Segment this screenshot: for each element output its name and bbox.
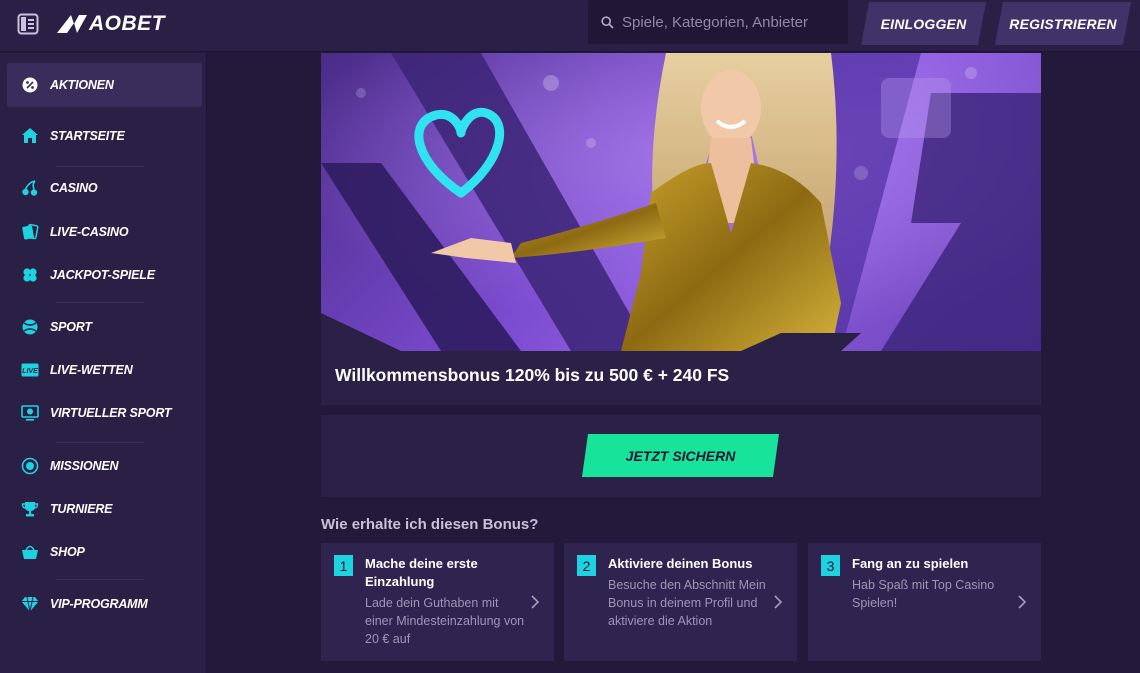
promo-title: Willkommensbonus 120% bis zu 500 € + 240… <box>335 365 730 385</box>
sidebar-toggle-icon[interactable] <box>17 13 39 35</box>
sidebar-item-label: MISSIONEN <box>50 459 119 473</box>
cherry-icon <box>21 179 39 197</box>
sidebar-item-label: AKTIONEN <box>50 78 114 92</box>
login-button[interactable]: EINLOGGEN <box>861 2 986 45</box>
step-description: Lade dein Guthaben mit einer Mindesteinz… <box>365 596 525 646</box>
sidebar-item-jackpot-spiele[interactable]: JACKPOT-SPIELE <box>7 253 202 297</box>
cards-icon <box>21 223 39 241</box>
step-card-3[interactable]: 3 Fang an zu spielen Hab Spaß mit Top Ca… <box>808 543 1041 661</box>
ball-icon <box>21 318 39 336</box>
live-icon: LIVE <box>21 361 39 379</box>
basket-icon <box>21 543 39 561</box>
sidebar-item-label: LIVE-WETTEN <box>50 363 133 377</box>
search-icon <box>601 16 614 29</box>
sidebar-item-missionen[interactable]: MISSIONEN <box>7 444 202 488</box>
sidebar-item-turniere[interactable]: TURNIERE <box>7 487 202 531</box>
chevron-right-icon <box>1018 595 1027 609</box>
step-card-1[interactable]: 1 Mache deine erste Einzahlung Lade dein… <box>321 543 554 661</box>
sidebar-item-shop[interactable]: SHOP <box>7 530 202 574</box>
sidebar-item-label: VIP-PROGRAMM <box>50 597 148 611</box>
sidebar-item-aktionen[interactable]: AKTIONEN <box>7 63 202 107</box>
logo-mark-icon <box>57 15 87 33</box>
sidebar-item-label: SHOP <box>50 545 85 559</box>
promo-hero-image <box>321 53 1041 351</box>
monitor-icon <box>21 404 39 422</box>
search-input[interactable] <box>622 10 837 34</box>
step-title: Fang an zu spielen <box>852 556 969 571</box>
sidebar-item-label: SPORT <box>50 320 92 334</box>
sidebar-item-live-wetten[interactable]: LIVE LIVE-WETTEN <box>7 348 202 392</box>
brand-logo[interactable]: AOBET <box>57 10 165 38</box>
sidebar-item-label: LIVE-CASINO <box>50 225 129 239</box>
claim-bonus-button[interactable]: JETZT SICHERN <box>582 434 779 477</box>
chevron-right-icon <box>531 595 540 609</box>
sidebar-item-vip-programm[interactable]: VIP-PROGRAMM <box>7 582 202 626</box>
promo-banner: Willkommensbonus 120% bis zu 500 € + 240… <box>321 53 1041 405</box>
step-title: Aktiviere deinen Bonus <box>608 556 753 571</box>
sidebar-divider <box>56 442 144 443</box>
sidebar-divider <box>56 579 144 580</box>
sidebar-item-sport[interactable]: SPORT <box>7 305 202 349</box>
how-to-title: Wie erhalte ich diesen Bonus? <box>321 516 539 533</box>
cta-panel: JETZT SICHERN <box>321 415 1041 497</box>
sidebar-item-label: VIRTUELLER SPORT <box>50 406 172 420</box>
trophy-icon <box>21 500 39 518</box>
step-card-2[interactable]: 2 Aktiviere deinen Bonus Besuche den Abs… <box>564 543 797 661</box>
promo-icon <box>21 76 39 94</box>
promo-caption: Willkommensbonus 120% bis zu 500 € + 240… <box>321 351 1041 405</box>
brand-name: AOBET <box>89 12 165 35</box>
sidebar-item-live-casino[interactable]: LIVE-CASINO <box>7 210 202 254</box>
step-title: Mache deine erste Einzahlung <box>365 556 478 589</box>
top-bar: AOBET EINLOGGEN REGISTRIEREN <box>0 0 1140 52</box>
medal-icon <box>21 457 39 475</box>
sidebar-item-label: STARTSEITE <box>50 129 125 143</box>
svg-text:LIVE: LIVE <box>22 368 38 375</box>
sidebar-divider <box>56 302 144 303</box>
step-number-badge: 2 <box>577 555 596 576</box>
search-box[interactable] <box>588 0 848 44</box>
step-number-badge: 3 <box>821 555 840 576</box>
sidebar-item-startseite[interactable]: STARTSEITE <box>7 114 202 158</box>
step-description: Besuche den Abschnitt Mein Bonus in dein… <box>608 578 766 628</box>
chevron-right-icon <box>774 595 783 609</box>
sidebar-item-label: TURNIERE <box>50 502 113 516</box>
sidebar: AKTIONEN STARTSEITE CASINO LIVE-CASINO J… <box>0 53 207 673</box>
step-number-badge: 1 <box>334 555 353 576</box>
sidebar-item-label: CASINO <box>50 181 98 195</box>
register-button[interactable]: REGISTRIEREN <box>995 2 1131 45</box>
sidebar-item-casino[interactable]: CASINO <box>7 166 202 210</box>
home-icon <box>21 127 39 145</box>
clover-icon <box>21 266 39 284</box>
sidebar-item-virtueller-sport[interactable]: VIRTUELLER SPORT <box>7 391 202 435</box>
sidebar-item-label: JACKPOT-SPIELE <box>50 268 155 282</box>
diamond-icon <box>21 595 39 613</box>
step-description: Hab Spaß mit Top Casino Spielen! <box>852 578 995 610</box>
